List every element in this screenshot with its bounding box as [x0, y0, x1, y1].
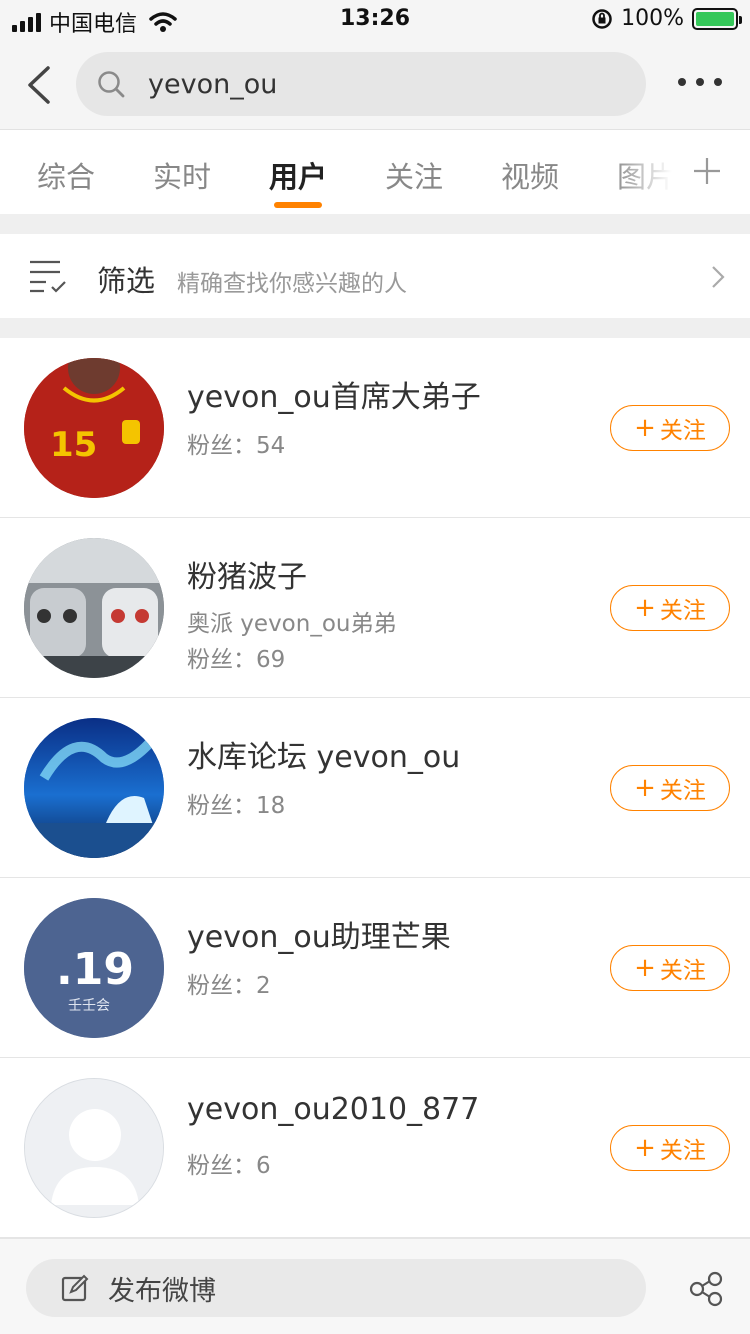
rotation-lock-icon: [592, 8, 612, 29]
bottom-bar: 发布微博: [0, 1238, 750, 1334]
user-fans: 粉丝：18: [187, 793, 286, 819]
plus-icon: +: [634, 773, 656, 803]
compose-label: 发布微博: [108, 1275, 216, 1307]
tab-fade: [612, 130, 682, 214]
user-description: 奥派 yevon_ou弟弟: [187, 611, 397, 637]
plus-icon: +: [634, 593, 656, 623]
more-dot-icon: [678, 78, 686, 86]
user-list-item[interactable]: .19 壬壬会 yevon_ou助理芒果 粉丝：2 + 关注: [0, 878, 750, 1058]
share-icon[interactable]: [688, 1271, 724, 1307]
search-query: yevon_ou: [148, 68, 278, 100]
user-name[interactable]: yevon_ou首席大弟子: [187, 372, 481, 416]
plus-icon: +: [634, 953, 656, 983]
user-fans: 粉丝：6: [187, 1153, 271, 1179]
chevron-right-icon: [712, 266, 725, 288]
follow-label: 关注: [659, 1138, 706, 1164]
user-list-item[interactable]: 粉猪波子 奥派 yevon_ou弟弟 粉丝：69 + 关注: [0, 518, 750, 698]
avatar[interactable]: .19 壬壬会: [24, 898, 164, 1038]
follow-button[interactable]: + 关注: [610, 765, 730, 811]
avatar[interactable]: [24, 718, 164, 858]
section-gap: [0, 214, 750, 234]
avatar-cars-icon: [24, 538, 164, 678]
user-list-item[interactable]: 15 yevon_ou首席大弟子 粉丝：54 + 关注: [0, 338, 750, 518]
more-button[interactable]: [678, 78, 722, 86]
user-list-item[interactable]: 水库论坛 yevon_ou 粉丝：18 + 关注: [0, 698, 750, 878]
user-name[interactable]: 粉猪波子: [187, 552, 307, 596]
edit-icon: [61, 1274, 89, 1302]
avatar-aurora-icon: [24, 718, 164, 858]
svg-text:.19: .19: [56, 944, 134, 995]
add-tab-icon[interactable]: [692, 156, 722, 186]
follow-label: 关注: [659, 598, 706, 624]
search-icon: [98, 71, 125, 98]
user-fans: 粉丝：69: [187, 647, 286, 673]
follow-button[interactable]: + 关注: [610, 945, 730, 991]
svg-text:15: 15: [50, 425, 97, 465]
search-header: yevon_ou: [0, 40, 750, 130]
filter-icon: [30, 260, 66, 293]
user-fans: 粉丝：54: [187, 433, 286, 459]
tab-users[interactable]: 用户: [269, 154, 327, 196]
follow-label: 关注: [659, 418, 706, 444]
tab-following[interactable]: 关注: [385, 154, 443, 196]
back-button[interactable]: [20, 62, 60, 108]
svg-text:壬壬会: 壬壬会: [68, 998, 110, 1014]
follow-button[interactable]: + 关注: [610, 405, 730, 451]
tab-video[interactable]: 视频: [501, 154, 559, 196]
battery-icon: [692, 7, 742, 30]
follow-label: 关注: [659, 958, 706, 984]
user-name[interactable]: yevon_ou2010_877: [187, 1092, 479, 1127]
status-right: 100%: [591, 6, 742, 31]
tab-bar: 综合 实时 用户 关注 视频 图片: [0, 130, 750, 214]
avatar[interactable]: [24, 538, 164, 678]
avatar-red-jersey-icon: 15: [24, 358, 164, 498]
follow-label: 关注: [659, 778, 706, 804]
avatar-19-logo-icon: .19 壬壬会: [24, 898, 164, 1038]
battery-percent: 100%: [621, 6, 684, 31]
avatar[interactable]: [24, 1078, 164, 1218]
tab-comprehensive[interactable]: 综合: [37, 154, 95, 196]
default-avatar-icon: [25, 1079, 163, 1217]
plus-icon: +: [634, 1133, 656, 1163]
more-dot-icon: [714, 78, 722, 86]
plus-icon: +: [634, 413, 656, 443]
user-fans: 粉丝：2: [187, 973, 271, 999]
tab-realtime[interactable]: 实时: [153, 154, 211, 196]
section-gap: [0, 318, 750, 338]
user-name[interactable]: yevon_ou助理芒果: [187, 912, 451, 956]
follow-button[interactable]: + 关注: [610, 585, 730, 631]
filter-label: 筛选: [97, 264, 156, 298]
active-tab-indicator: [274, 202, 322, 208]
compose-button[interactable]: 发布微博: [26, 1259, 646, 1317]
user-list-item[interactable]: yevon_ou2010_877 粉丝：6 + 关注: [0, 1058, 750, 1238]
follow-button[interactable]: + 关注: [610, 1125, 730, 1171]
filter-description: 精确查找你感兴趣的人: [177, 271, 407, 297]
user-name[interactable]: 水库论坛 yevon_ou: [187, 732, 460, 776]
avatar[interactable]: 15: [24, 358, 164, 498]
search-input[interactable]: yevon_ou: [76, 52, 646, 116]
filter-row[interactable]: 筛选 精确查找你感兴趣的人: [0, 234, 750, 318]
more-dot-icon: [696, 78, 704, 86]
status-bar: 中国电信 13:26 100%: [0, 0, 750, 40]
